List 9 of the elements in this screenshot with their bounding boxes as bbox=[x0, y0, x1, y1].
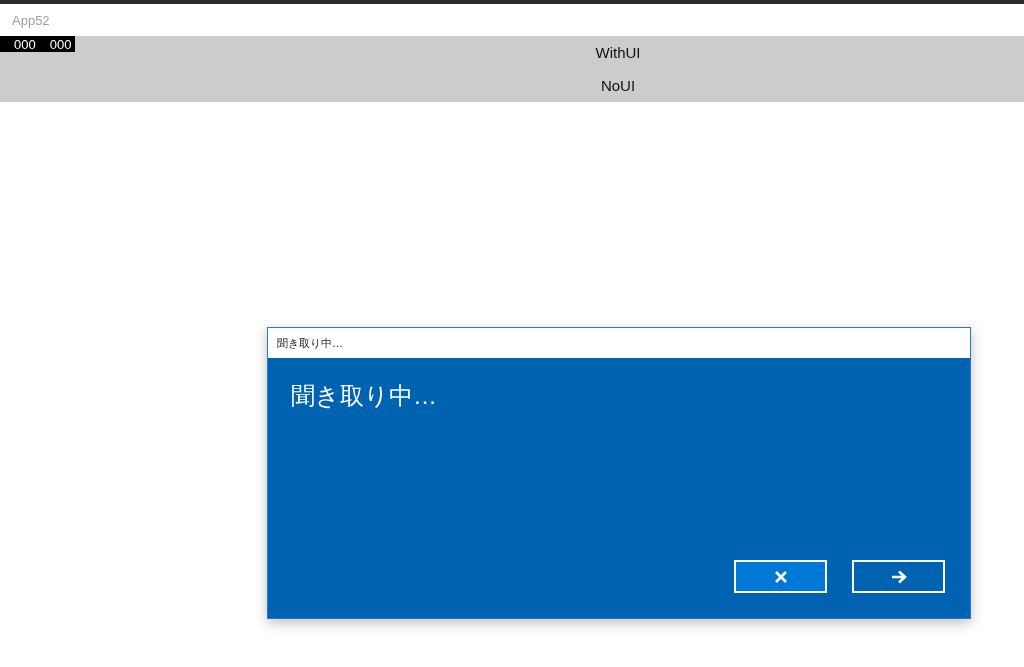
counter-value: 000 bbox=[14, 36, 36, 52]
window-title: App52 bbox=[12, 12, 50, 28]
cancel-button[interactable] bbox=[734, 560, 827, 593]
dialog-title: 聞き取り中… bbox=[277, 335, 343, 351]
dialog-heading: 聞き取り中… bbox=[291, 381, 438, 411]
arrow-right-icon bbox=[890, 569, 907, 584]
close-icon bbox=[773, 569, 788, 584]
next-button[interactable] bbox=[852, 560, 945, 593]
counter-value: 000 bbox=[49, 36, 72, 52]
